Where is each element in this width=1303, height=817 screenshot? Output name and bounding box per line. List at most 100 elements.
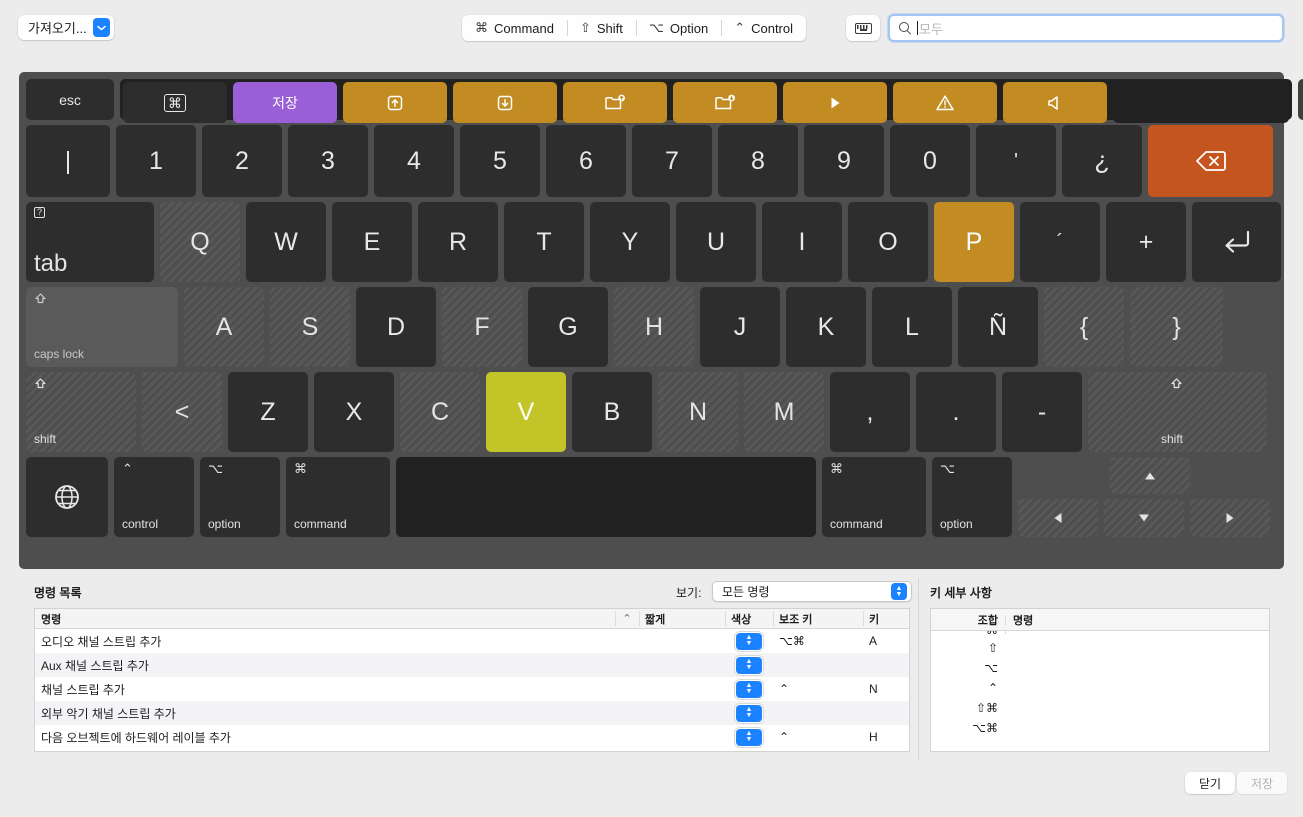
key-j[interactable]: J [700, 287, 780, 367]
key-enye[interactable]: Ñ [958, 287, 1038, 367]
key-esc[interactable]: esc [26, 79, 114, 120]
key-e[interactable]: E [332, 202, 412, 282]
key-brace-right[interactable]: } [1130, 287, 1223, 367]
key-i[interactable]: I [762, 202, 842, 282]
key-v[interactable]: V [486, 372, 566, 452]
key-f6-folder-down[interactable] [673, 82, 777, 123]
key-f[interactable]: F [442, 287, 522, 367]
key-f1-command[interactable]: ⌘ [123, 82, 227, 123]
key-6[interactable]: 6 [546, 125, 626, 197]
key-brace-left[interactable]: { [1044, 287, 1124, 367]
key-acute[interactable]: ´ [1020, 202, 1100, 282]
modifier-command[interactable]: ⌘ Command [462, 15, 567, 41]
key-comma[interactable]: , [830, 372, 910, 452]
key-r[interactable]: R [418, 202, 498, 282]
key-3[interactable]: 3 [288, 125, 368, 197]
color-stepper-icon[interactable]: ▲▼ [736, 705, 762, 722]
table-row[interactable]: 다음 오브젝트에 하드웨어 레이블 추가 ▲▼ ⌃ H [35, 725, 909, 749]
key-f5-folder-up[interactable] [563, 82, 667, 123]
key-pipe[interactable]: | [26, 125, 110, 197]
command-list-table[interactable]: 명령 ⌃ 짧게 색상 보조 키 키 오디오 채널 스트립 추가 ▲▼ ⌥⌘ A … [34, 608, 910, 752]
key-o[interactable]: O [848, 202, 928, 282]
key-l[interactable]: L [872, 287, 952, 367]
cell-color[interactable]: ▲▼ [725, 677, 773, 701]
cell-color[interactable]: ▲▼ [725, 701, 773, 725]
key-arrow-right[interactable] [1190, 499, 1270, 537]
modifier-shift[interactable]: ⇧ Shift [567, 15, 636, 41]
key-option-right[interactable]: ⌥ option [932, 457, 1012, 537]
key-delete[interactable] [1148, 125, 1273, 197]
column-header-color[interactable]: 색상 [725, 609, 773, 628]
detail-row[interactable]: ⇧ [931, 638, 1269, 658]
key-f4-import[interactable] [453, 82, 557, 123]
detail-row[interactable]: ⌘ [931, 631, 1269, 638]
modifier-option[interactable]: ⌥ Option [636, 15, 721, 41]
key-z[interactable]: Z [228, 372, 308, 452]
key-shift-right[interactable]: shift [1088, 372, 1267, 452]
column-header-sort[interactable]: ⌃ [615, 609, 639, 628]
key-g[interactable]: G [528, 287, 608, 367]
key-p[interactable]: P [934, 202, 1014, 282]
cell-color[interactable]: ▲▼ [725, 725, 773, 749]
key-b[interactable]: B [572, 372, 652, 452]
key-less-than[interactable]: < [142, 372, 222, 452]
key-f2-save[interactable]: 저장 [233, 82, 337, 123]
key-x[interactable]: X [314, 372, 394, 452]
key-c[interactable]: C [400, 372, 480, 452]
key-8[interactable]: 8 [718, 125, 798, 197]
key-a[interactable]: A [184, 287, 264, 367]
key-arrow-left[interactable] [1018, 499, 1098, 537]
table-row[interactable]: 외부 악기 채널 스트립 추가 ▲▼ [35, 701, 909, 725]
key-1[interactable]: 1 [116, 125, 196, 197]
key-control-left[interactable]: ⌃ control [114, 457, 194, 537]
key-f9-speaker[interactable] [1003, 82, 1107, 123]
key-s[interactable]: S [270, 287, 350, 367]
key-q[interactable]: Q [160, 202, 240, 282]
key-arrow-down[interactable] [1104, 499, 1184, 537]
key-space[interactable] [396, 457, 816, 537]
key-f8-warning[interactable] [893, 82, 997, 123]
modifier-control[interactable]: ⌃ Control [721, 15, 806, 41]
detail-row[interactable]: ⌥⌘ [931, 718, 1269, 738]
key-9[interactable]: 9 [804, 125, 884, 197]
key-option-left[interactable]: ⌥ option [200, 457, 280, 537]
key-f3-export[interactable] [343, 82, 447, 123]
key-inverted-question[interactable]: ¿ [1062, 125, 1142, 197]
key-detail-table[interactable]: 조합 명령 ⌘ ⇧ ⌥ ⌃ ⇧⌘ ⌥⌘ [930, 608, 1270, 752]
key-5[interactable]: 5 [460, 125, 540, 197]
cell-color[interactable]: ▲▼ [725, 653, 773, 677]
key-tab[interactable]: ? tab [26, 202, 154, 282]
column-header-short[interactable]: 짧게 [639, 609, 725, 628]
key-w[interactable]: W [246, 202, 326, 282]
key-k[interactable]: K [786, 287, 866, 367]
key-period[interactable]: . [916, 372, 996, 452]
key-d[interactable]: D [356, 287, 436, 367]
key-return[interactable] [1192, 202, 1281, 282]
color-stepper-icon[interactable]: ▲▼ [736, 633, 762, 650]
chevron-down-icon[interactable] [93, 18, 110, 37]
key-apostrophe[interactable]: ' [976, 125, 1056, 197]
detail-row[interactable]: ⌃ [931, 678, 1269, 698]
key-y[interactable]: Y [590, 202, 670, 282]
key-4[interactable]: 4 [374, 125, 454, 197]
key-command-right[interactable]: ⌘ command [822, 457, 926, 537]
key-0[interactable]: 0 [890, 125, 970, 197]
color-stepper-icon[interactable]: ▲▼ [736, 729, 762, 746]
table-row[interactable]: 채널 스트립 추가 ▲▼ ⌃ N [35, 677, 909, 701]
table-row[interactable]: 오디오 채널 스트립 추가 ▲▼ ⌥⌘ A [35, 629, 909, 653]
key-f7-play[interactable] [783, 82, 887, 123]
import-button[interactable]: 가져오기... [18, 15, 114, 40]
key-hyphen[interactable]: - [1002, 372, 1082, 452]
key-shift-left[interactable]: shift [26, 372, 136, 452]
key-n[interactable]: N [658, 372, 738, 452]
table-row[interactable]: Aux 채널 스트립 추가 ▲▼ [35, 653, 909, 677]
key-caps-lock[interactable]: caps lock [26, 287, 178, 367]
color-stepper-icon[interactable]: ▲▼ [736, 681, 762, 698]
close-button[interactable]: 닫기 [1185, 772, 1235, 794]
column-header-command[interactable]: 명령 [35, 609, 615, 628]
key-m[interactable]: M [744, 372, 824, 452]
key-7[interactable]: 7 [632, 125, 712, 197]
view-filter-popup[interactable]: 모든 명령 ▲▼ [712, 581, 912, 602]
touch-id-button[interactable] [1298, 79, 1303, 120]
key-plus[interactable]: + [1106, 202, 1186, 282]
